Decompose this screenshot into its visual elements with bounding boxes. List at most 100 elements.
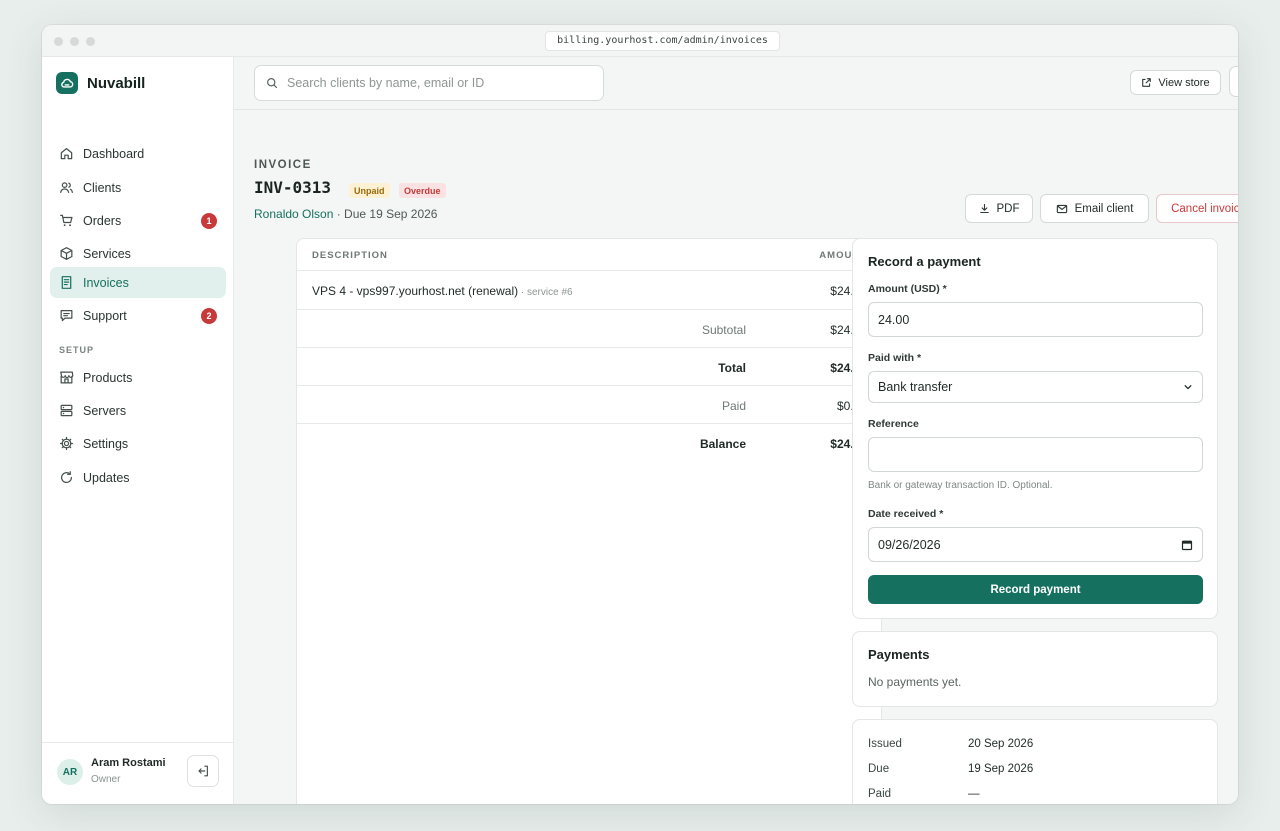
status-badge-overdue: Overdue <box>399 183 446 198</box>
store-icon <box>60 371 74 384</box>
download-icon <box>979 203 989 214</box>
brand[interactable]: Nuvabill <box>56 72 145 94</box>
line-item-note: · service #6 <box>518 287 573 298</box>
payments-empty-text: No payments yet. <box>868 675 962 689</box>
sidebar-item-label: Clients <box>83 180 122 195</box>
sidebar-item-label: Servers <box>83 403 127 418</box>
sidebar-item-label: Invoices <box>83 275 129 290</box>
sidebar-item-dashboard[interactable]: Dashboard <box>50 138 226 169</box>
sidebar-item-label: Products <box>83 370 133 385</box>
date-received-input[interactable]: 09/26/2026 <box>868 527 1203 562</box>
subtotal-row: Subtotal $24.00 <box>297 310 881 348</box>
total-label: Total <box>718 361 746 375</box>
invoice-icon <box>61 276 72 289</box>
sidebar-item-label: Services <box>83 246 131 261</box>
line-items-header: DESCRIPTION AMOUNT <box>297 239 881 271</box>
record-payment-button[interactable]: Record payment <box>868 575 1203 604</box>
cancel-invoice-button[interactable]: Cancel invoice <box>1156 194 1238 223</box>
home-icon <box>60 148 73 160</box>
table-row: VPS 4 - vps997.yourhost.net (renewal) · … <box>297 271 881 310</box>
chevron-down-icon <box>1184 385 1192 390</box>
server-icon <box>60 404 73 417</box>
invoice-eyebrow: INVOICE <box>254 159 312 171</box>
status-badge-unpaid: Unpaid <box>349 183 390 198</box>
line-items-card: DESCRIPTION AMOUNT VPS 4 - vps997.yourho… <box>296 238 882 804</box>
maximize-dot[interactable] <box>86 37 95 46</box>
sidebar-item-servers[interactable]: Servers <box>50 395 226 426</box>
sidebar-item-label: Settings <box>83 436 129 451</box>
sidebar-item-support[interactable]: Support 2 <box>50 300 226 331</box>
date-received-label: Date received * <box>868 508 944 520</box>
client-link[interactable]: Ronaldo Olson <box>254 207 333 221</box>
invoice-meta-card: Issued20 Sep 2026 Due19 Sep 2026 Paid— R… <box>852 719 1218 804</box>
payments-title: Payments <box>868 647 930 662</box>
invoice-number: INV-0313 <box>254 178 332 197</box>
due-value: 19 Sep 2026 <box>968 763 1034 775</box>
meta-row-issued: Issued 20 Sep 2026 <box>868 738 1034 750</box>
minimize-dot[interactable] <box>70 37 79 46</box>
balance-row: Balance $24.00 <box>297 424 881 461</box>
paid-with-label: Paid with * <box>868 352 922 364</box>
email-client-button[interactable]: Email client <box>1040 194 1149 223</box>
orders-count-badge: 1 <box>201 213 217 229</box>
cancel-invoice-label: Cancel invoice <box>1171 202 1238 215</box>
sidebar-item-services[interactable]: Services <box>50 238 226 269</box>
amount-input[interactable] <box>868 302 1203 337</box>
invoice-subtitle: Ronaldo Olson · Due 19 Sep 2026 <box>254 207 437 221</box>
sidebar-item-label: Orders <box>83 213 122 228</box>
total-row: Total $24.00 <box>297 348 881 386</box>
user-name: Aram Rostami <box>91 757 166 769</box>
sidebar-item-label: Dashboard <box>83 146 145 161</box>
amount-label: Amount (USD) * <box>868 283 947 295</box>
search-icon <box>267 78 278 89</box>
sidebar-item-label: Updates <box>83 470 130 485</box>
theme-toggle-button[interactable] <box>1229 66 1238 97</box>
due-date-text: · Due 19 Sep 2026 <box>333 207 438 221</box>
setup-section-label: SETUP <box>59 345 95 355</box>
sidebar-item-products[interactable]: Products <box>50 362 226 393</box>
paid-with-value: Bank transfer <box>878 380 953 394</box>
window-controls <box>54 37 95 46</box>
sidebar-item-updates[interactable]: Updates <box>50 462 226 493</box>
description-header: DESCRIPTION <box>312 250 388 261</box>
sidebar-item-label: Support <box>83 308 127 323</box>
issued-value: 20 Sep 2026 <box>968 738 1034 750</box>
sidebar-item-invoices[interactable]: Invoices <box>50 267 226 298</box>
pdf-label: PDF <box>996 202 1020 215</box>
topbar: View store <box>234 57 1238 110</box>
view-store-button[interactable]: View store <box>1130 70 1221 95</box>
email-client-label: Email client <box>1074 202 1134 215</box>
close-dot[interactable] <box>54 37 63 46</box>
paid-date-value: — <box>968 788 980 800</box>
box-icon <box>60 247 73 260</box>
mail-icon <box>1056 204 1067 213</box>
sidebar-item-settings[interactable]: Settings <box>50 428 226 459</box>
view-store-label: View store <box>1158 76 1210 89</box>
external-link-icon <box>1142 78 1152 87</box>
reference-label: Reference <box>868 418 919 430</box>
gear-icon <box>59 436 74 451</box>
record-payment-title: Record a payment <box>868 254 981 269</box>
search-input[interactable] <box>287 76 587 90</box>
reference-input[interactable] <box>868 437 1203 472</box>
sidebar-item-clients[interactable]: Clients <box>50 172 226 203</box>
line-item-description: VPS 4 - vps997.yourhost.net (renewal) · … <box>312 284 573 298</box>
subtotal-label: Subtotal <box>701 323 746 337</box>
cart-icon <box>60 214 73 227</box>
users-icon <box>60 182 73 193</box>
user-panel: AR Aram Rostami Owner <box>42 742 234 804</box>
logout-icon <box>198 765 208 777</box>
address-bar[interactable]: billing.yourhost.com/admin/invoices <box>545 31 780 51</box>
paid-label: Paid <box>721 399 746 413</box>
avatar[interactable]: AR <box>57 759 83 785</box>
sidebar: Nuvabill Dashboard Clients Orders 1 Serv… <box>42 57 234 804</box>
date-received-value: 09/26/2026 <box>878 537 941 552</box>
pdf-button[interactable]: PDF <box>965 194 1033 223</box>
paid-with-select[interactable]: Bank transfer <box>868 371 1203 403</box>
search-box[interactable] <box>254 65 604 101</box>
browser-window: billing.yourhost.com/admin/invoices Nuva… <box>42 25 1238 804</box>
sidebar-item-orders[interactable]: Orders 1 <box>50 205 226 236</box>
meta-row-due: Due 19 Sep 2026 <box>868 763 1034 775</box>
browser-titlebar: billing.yourhost.com/admin/invoices <box>42 25 1238 57</box>
logout-button[interactable] <box>187 755 219 787</box>
